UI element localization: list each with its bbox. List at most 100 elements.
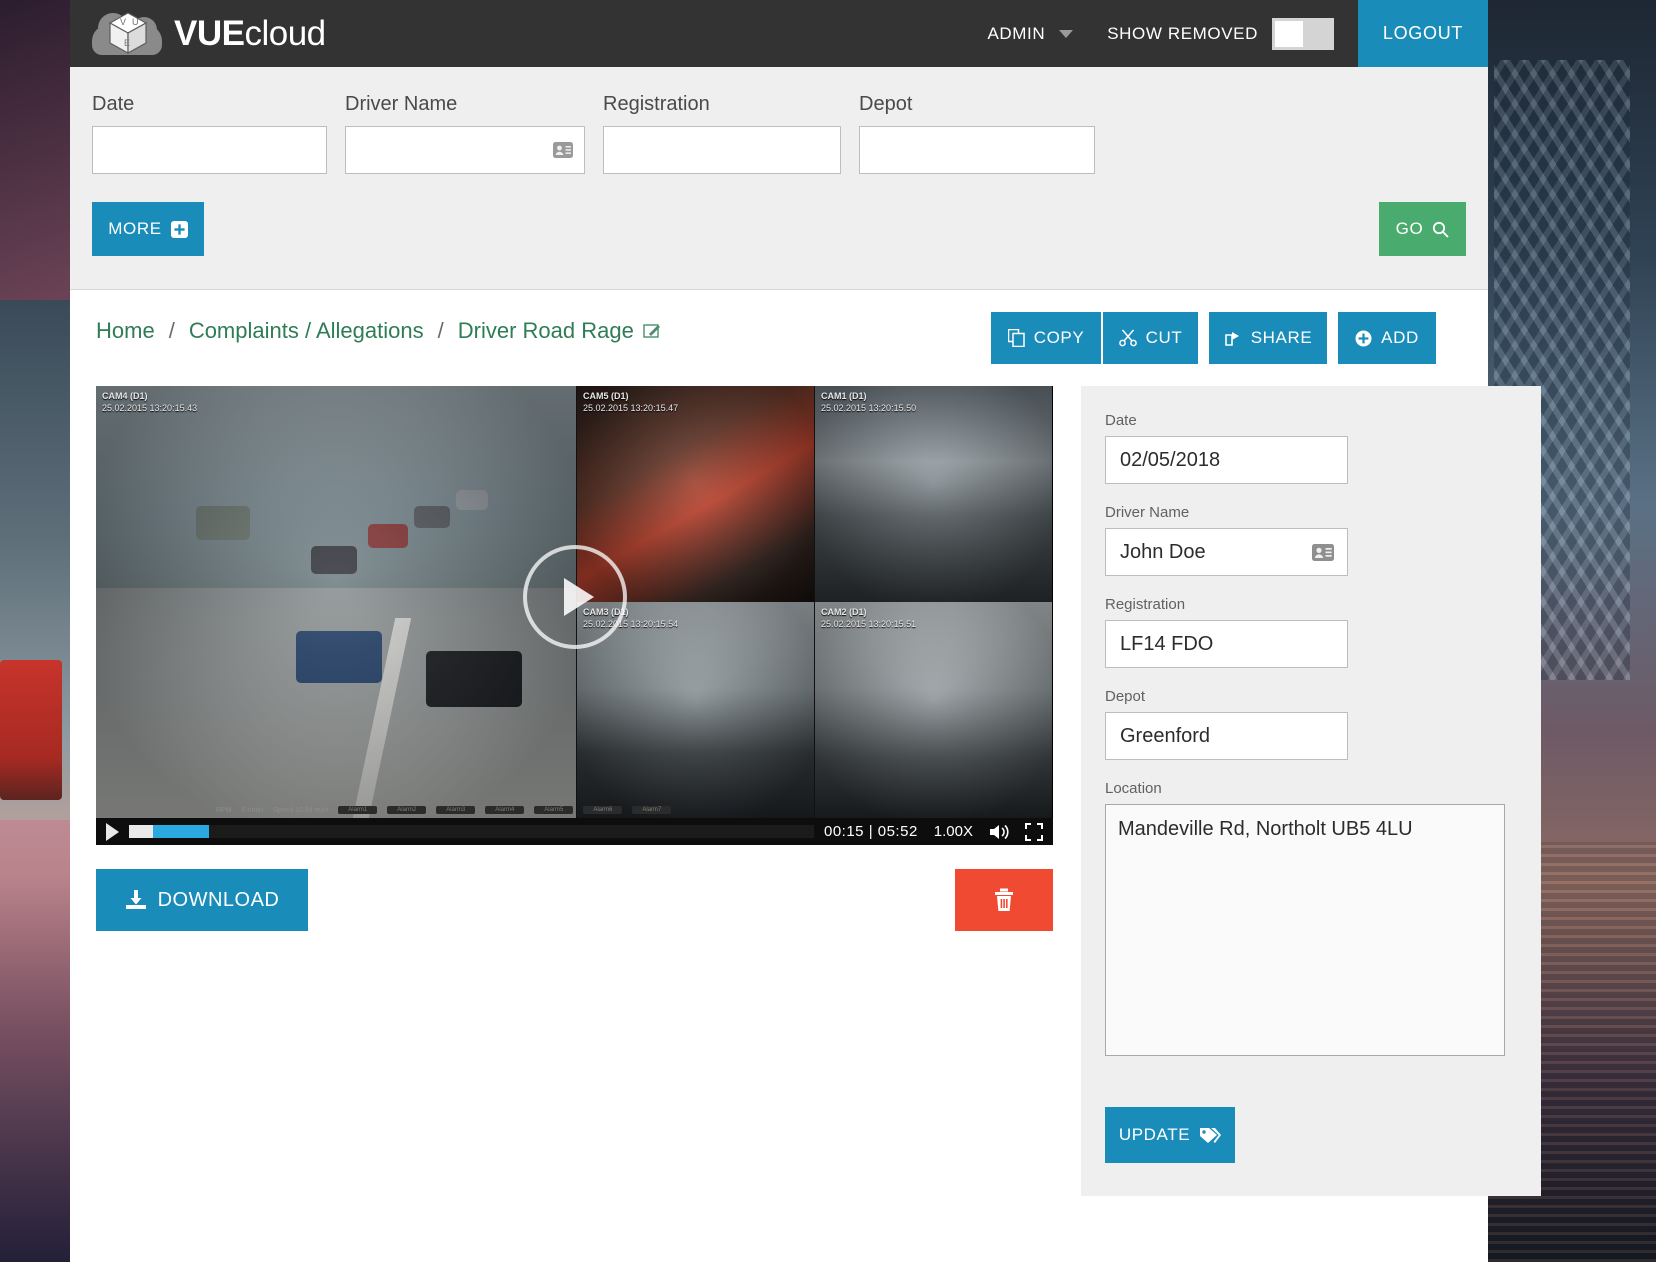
detail-depot-input-wrap[interactable]: [1105, 712, 1348, 760]
copy-icon: [1007, 329, 1025, 347]
filter-registration-input-wrap[interactable]: [603, 126, 841, 174]
filter-date-input[interactable]: [103, 138, 316, 162]
detail-driver-input-wrap[interactable]: [1105, 528, 1348, 576]
play-circle-overlay-icon[interactable]: [522, 545, 627, 650]
vehicle: [456, 490, 488, 510]
record-actions: COPY CUT SHARE ADD: [991, 312, 1462, 364]
app-window: V U E VUEcloud ADMIN SHOW REMOVED LOGOUT: [70, 0, 1541, 1262]
breadcrumb-complaints-allegations[interactable]: Complaints / Allegations: [189, 318, 424, 344]
video-action-row: DOWNLOAD: [96, 869, 1053, 931]
add-button[interactable]: ADD: [1338, 312, 1436, 364]
more-filters-label: MORE: [108, 219, 162, 238]
copy-label: COPY: [1033, 328, 1085, 347]
top-navigation-bar: V U E VUEcloud ADMIN SHOW REMOVED LOGOUT: [70, 0, 1488, 67]
cut-button[interactable]: CUT: [1103, 312, 1198, 364]
contact-card-icon[interactable]: [1311, 543, 1335, 562]
filter-label-depot: Depot: [859, 93, 913, 115]
fullscreen-icon[interactable]: [1025, 822, 1043, 841]
seek-bar[interactable]: [129, 825, 814, 838]
download-button[interactable]: DOWNLOAD: [96, 869, 308, 931]
camera-view-cam3[interactable]: CAM3 (D1) 25.02.2015 13:20:15.54: [576, 602, 814, 818]
detail-field-date: Date: [1105, 412, 1517, 484]
chevron-down-icon: [1059, 29, 1074, 38]
search-go-button[interactable]: GO: [1379, 202, 1466, 256]
show-removed-toggle[interactable]: [1272, 17, 1334, 50]
brand-wordmark: VUEcloud: [174, 14, 326, 54]
detail-registration-input[interactable]: [1118, 631, 1335, 657]
road-marking: [353, 618, 412, 818]
share-button[interactable]: SHARE: [1209, 312, 1327, 364]
detail-label-date: Date: [1105, 412, 1137, 429]
share-icon: [1224, 329, 1242, 347]
location-textarea[interactable]: [1105, 804, 1505, 1056]
detail-registration-input-wrap[interactable]: [1105, 620, 1348, 668]
vehicle: [368, 524, 408, 548]
logout-button[interactable]: LOGOUT: [1358, 0, 1488, 67]
download-label: DOWNLOAD: [157, 888, 280, 911]
brand-logo[interactable]: V U E VUEcloud: [70, 11, 326, 57]
plus-circle-icon: [1355, 330, 1372, 347]
brand-bold: VUE: [174, 13, 245, 53]
search-go-label: GO: [1395, 219, 1424, 238]
svg-text:V: V: [120, 17, 126, 27]
download-icon: [125, 890, 147, 910]
plus-square-icon: [170, 220, 188, 238]
brand-light: cloud: [244, 13, 326, 53]
detail-field-registration: Registration: [1105, 596, 1517, 668]
copy-button[interactable]: COPY: [991, 312, 1101, 364]
main-split: CAM4 (D1) 25.02.2015 13:20:15.43 CAM5 (D…: [70, 364, 1541, 1196]
alarm-chip: Alarm2: [387, 806, 427, 814]
background-water-reflection: [0, 820, 70, 1262]
vehicle: [311, 546, 357, 574]
detail-field-depot: Depot: [1105, 688, 1517, 760]
cut-label: CUT: [1145, 328, 1183, 347]
alarm-chip: Alarm4: [485, 806, 525, 814]
detail-driver-input[interactable]: [1118, 539, 1311, 565]
camera-grid-right: CAM5 (D1) 25.02.2015 13:20:15.47 CAM1 (D…: [576, 386, 1053, 818]
delete-button[interactable]: [955, 869, 1053, 931]
camera-view-cam4[interactable]: CAM4 (D1) 25.02.2015 13:20:15.43: [96, 386, 576, 818]
volume-icon[interactable]: [989, 823, 1011, 841]
telemetry-rpm-label: RPM: [216, 806, 232, 814]
filter-registration-input[interactable]: [614, 138, 830, 162]
play-triangle: [563, 578, 594, 617]
vehicle: [426, 651, 522, 707]
detail-label-depot: Depot: [1105, 688, 1146, 705]
detail-date-input-wrap[interactable]: [1105, 436, 1348, 484]
update-label: UPDATE: [1118, 1125, 1191, 1144]
breadcrumb-separator-2: /: [437, 318, 444, 343]
contact-card-icon[interactable]: [552, 141, 574, 159]
telemetry-engine-value: 0 r/min: [241, 806, 263, 814]
detail-depot-input[interactable]: [1118, 723, 1335, 749]
vehicle: [196, 506, 250, 540]
show-removed-control[interactable]: SHOW REMOVED: [1107, 17, 1334, 50]
camera-view-cam1[interactable]: CAM1 (D1) 25.02.2015 13:20:15.50: [814, 386, 1052, 602]
play-button[interactable]: [106, 822, 119, 841]
detail-field-location: Location: [1105, 780, 1505, 1061]
filter-label-driver-name: Driver Name: [345, 93, 458, 115]
camera-id-cam4: CAM4 (D1): [102, 391, 148, 401]
alarm-chip: Alarm7: [632, 806, 672, 814]
filter-depot-input[interactable]: [870, 138, 1084, 162]
edit-pencil-icon[interactable]: [643, 322, 661, 340]
trash-icon: [993, 888, 1015, 912]
video-player[interactable]: CAM4 (D1) 25.02.2015 13:20:15.43 CAM5 (D…: [96, 386, 1053, 845]
breadcrumb-home[interactable]: Home: [96, 318, 155, 344]
camera-id-cam2: CAM2 (D1): [821, 607, 867, 617]
filter-driver-input-wrap[interactable]: [345, 126, 585, 174]
filter-date-input-wrap[interactable]: [92, 126, 327, 174]
filter-field-driver-name: Driver Name: [345, 93, 585, 174]
copy-cut-group: COPY CUT: [991, 312, 1198, 364]
playback-speed[interactable]: 1.00X: [934, 823, 973, 840]
alarm-chip: Alarm3: [436, 806, 476, 814]
filter-label-date: Date: [92, 93, 135, 115]
alarm-chip: Alarm6: [583, 806, 623, 814]
camera-view-cam2[interactable]: CAM2 (D1) 25.02.2015 13:20:15.51: [814, 602, 1052, 818]
admin-menu-label: ADMIN: [987, 23, 1046, 43]
update-button[interactable]: UPDATE: [1105, 1107, 1235, 1163]
admin-menu[interactable]: ADMIN: [987, 24, 1077, 44]
detail-date-input[interactable]: [1118, 447, 1335, 473]
more-filters-button[interactable]: MORE: [92, 202, 204, 256]
filter-driver-input[interactable]: [356, 138, 552, 162]
filter-depot-input-wrap[interactable]: [859, 126, 1095, 174]
